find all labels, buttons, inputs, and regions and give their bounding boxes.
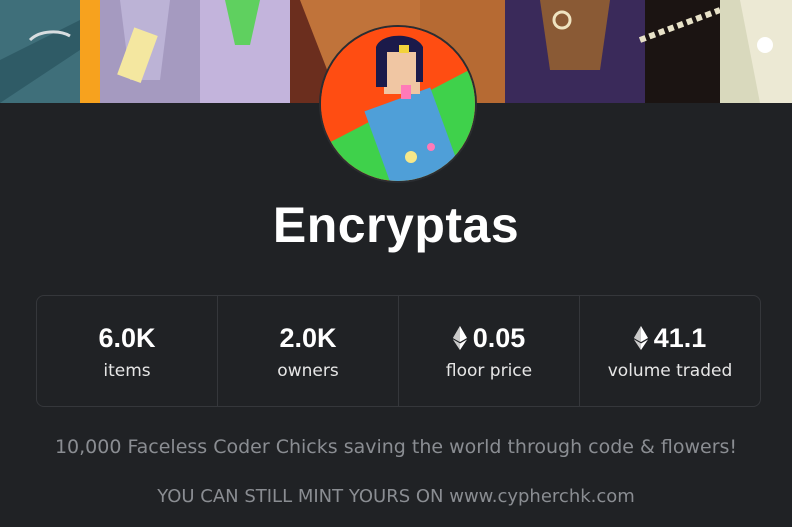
stat-label: owners [277, 361, 339, 381]
stat-value: 0.05 [452, 321, 526, 355]
stat-floor-price[interactable]: 0.05 floor price [399, 296, 580, 406]
stat-label: volume traded [607, 361, 733, 381]
collection-description: 10,000 Faceless Coder Chicks saving the … [54, 436, 738, 458]
stat-label: floor price [445, 361, 533, 381]
stat-value-text: 0.05 [472, 322, 526, 353]
stat-value: 2.0K [279, 321, 336, 355]
ethereum-icon [452, 326, 467, 350]
stat-owners[interactable]: 2.0K owners [218, 296, 399, 406]
stat-value: 6.0K [98, 321, 155, 355]
stat-value-text: 6.0K [98, 322, 156, 353]
avatar-image [321, 27, 475, 181]
collection-title: Encryptas [272, 197, 520, 253]
collection-avatar [319, 25, 477, 183]
stat-volume-traded[interactable]: 41.1 volume traded [580, 296, 760, 406]
stat-value-text: 2.0K [279, 322, 337, 353]
mint-note: YOU CAN STILL MINT YOURS ON www.cypherch… [157, 486, 635, 507]
stat-label: items [103, 361, 151, 381]
stat-value-text: 41.1 [653, 322, 707, 353]
stat-value: 41.1 [633, 321, 707, 355]
ethereum-icon [633, 326, 648, 350]
stats-panel: 6.0K items 2.0K owners 0.05 floor price [36, 295, 761, 407]
stat-items[interactable]: 6.0K items [37, 296, 218, 406]
